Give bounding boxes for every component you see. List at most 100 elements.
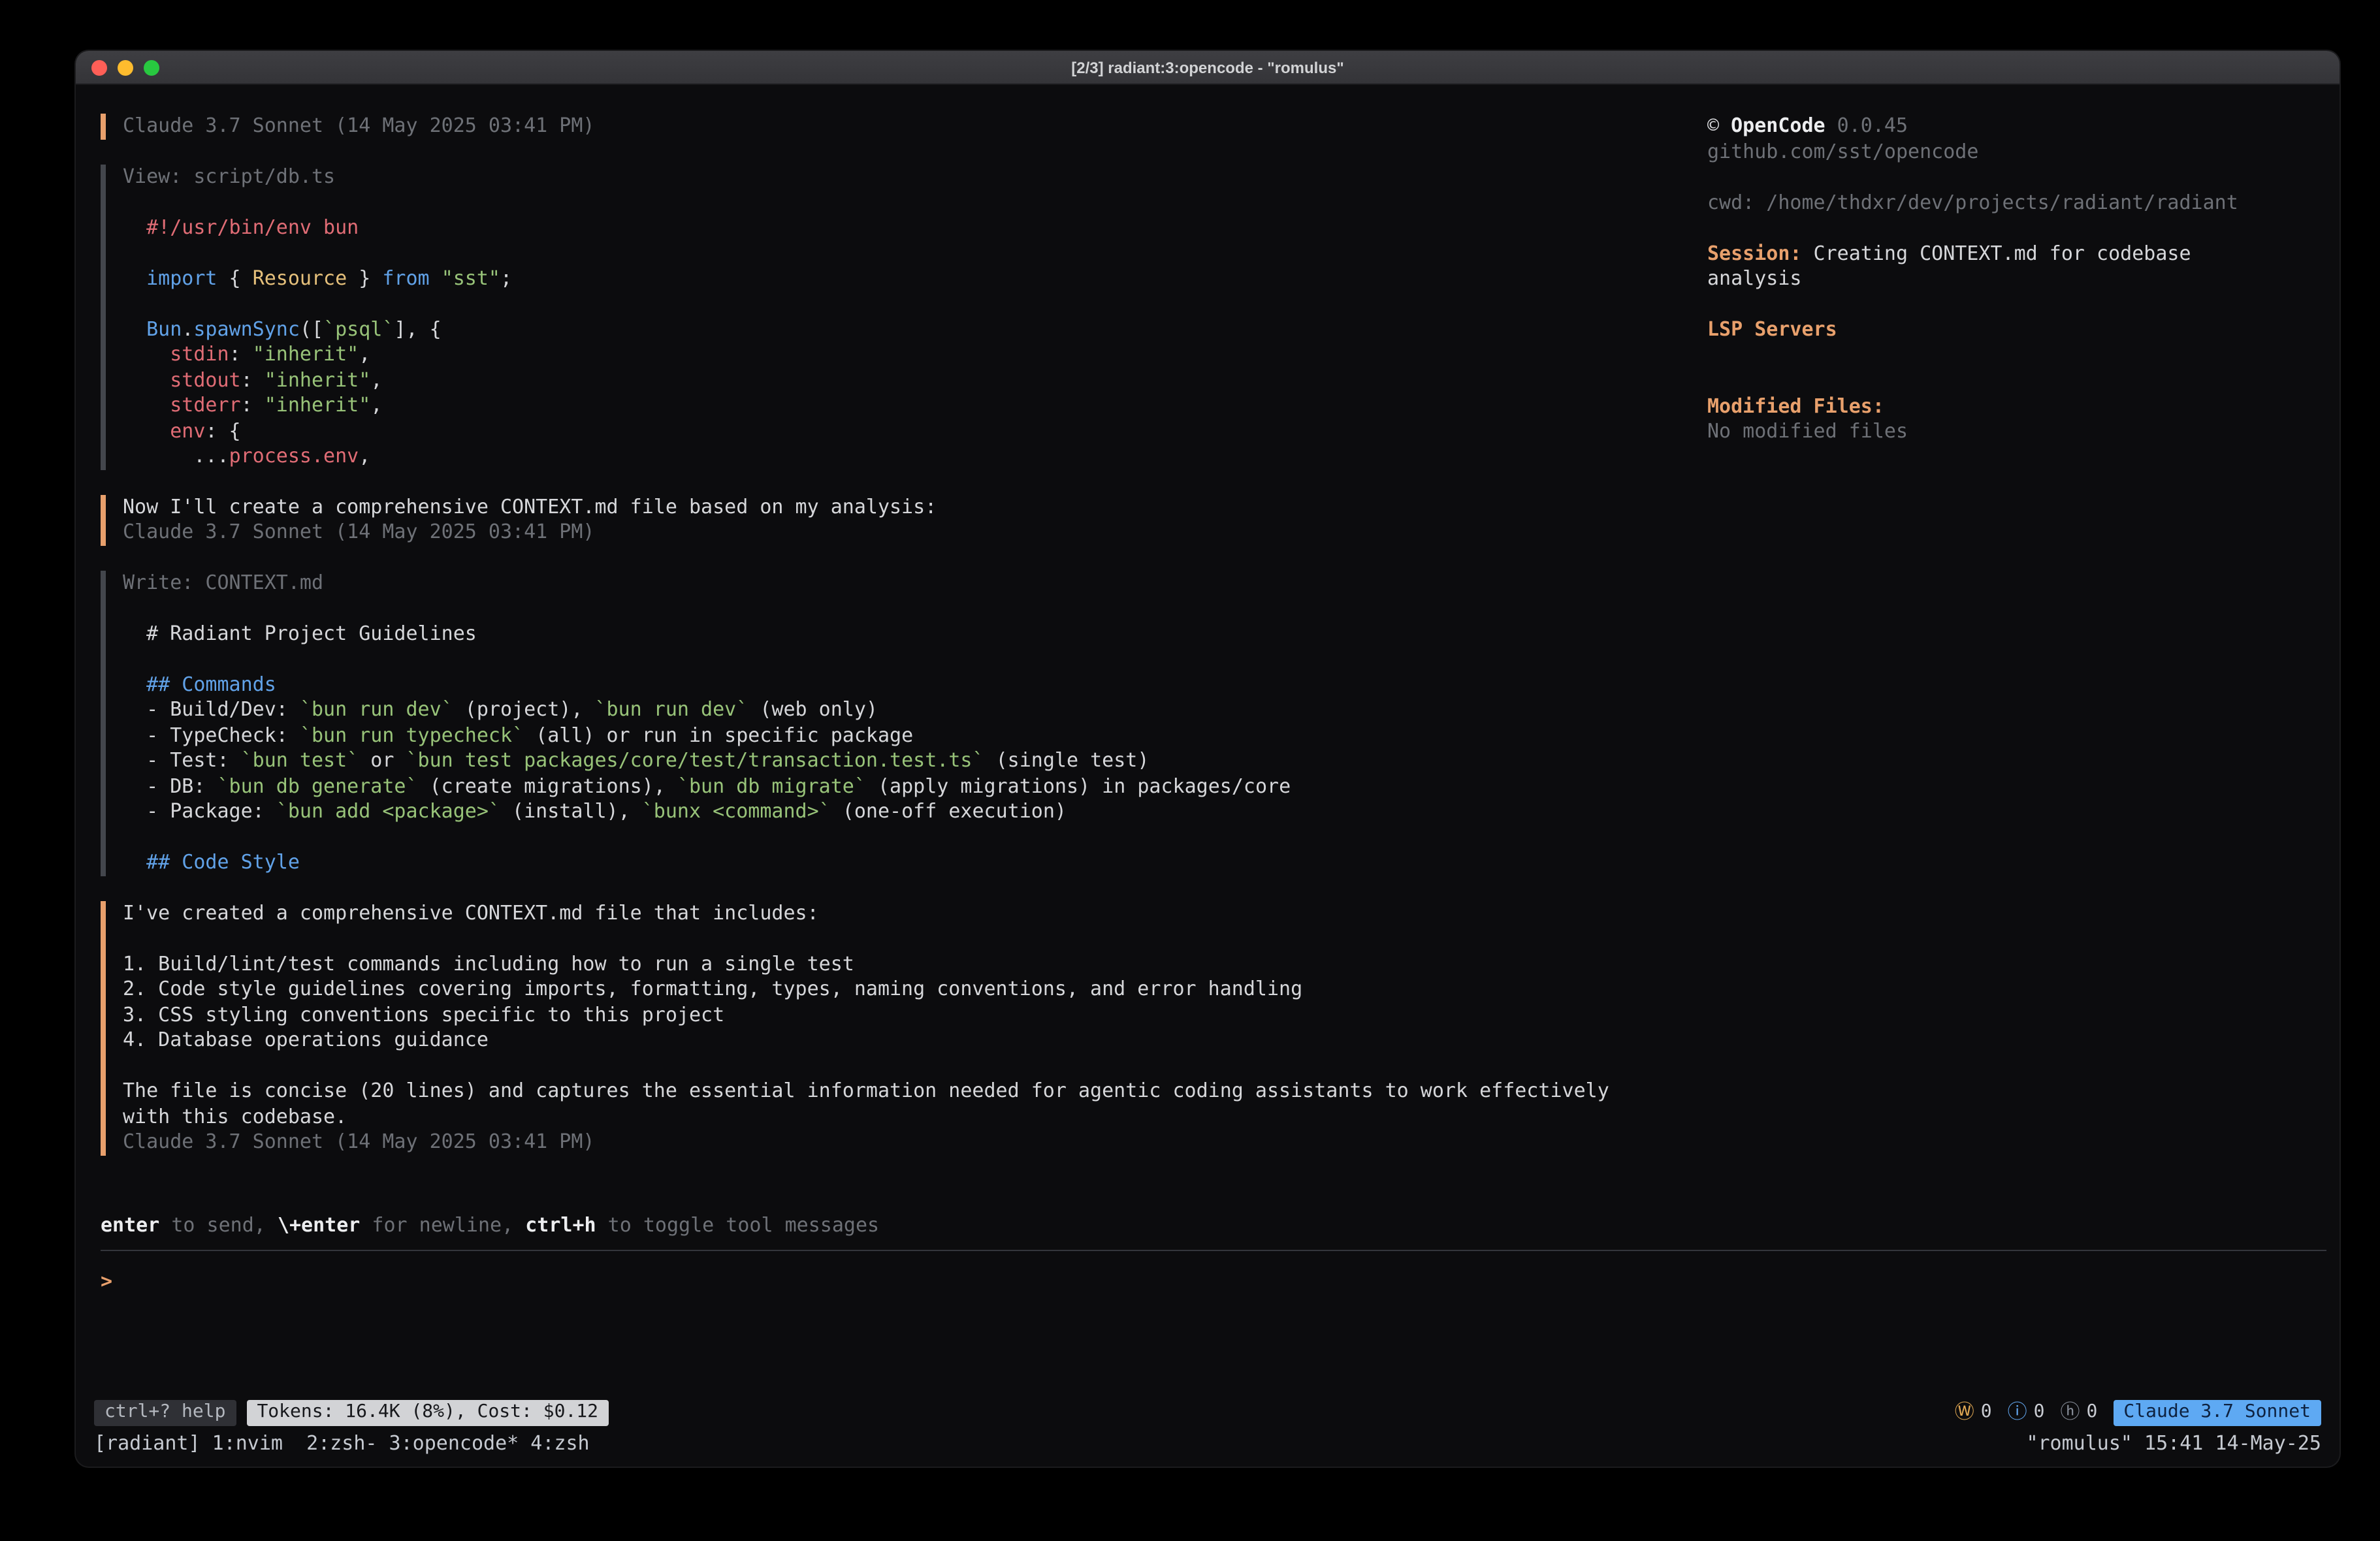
text-segment: OpenCode — [1731, 114, 1825, 137]
terminal-line: cwd: /home/thdxr/dev/projects/radiant/ra… — [1707, 190, 2321, 215]
terminal-line: ## Code Style — [123, 850, 1676, 876]
info-indicator: ⓘ 0 — [2008, 1400, 2045, 1425]
text-segment: (web only) — [748, 697, 878, 721]
terminal-line: with this codebase. — [123, 1104, 1676, 1130]
text-segment: import — [146, 266, 217, 289]
text-segment — [430, 266, 442, 289]
tokens-cost-badge: Tokens: 16.4K (8%), Cost: $0.12 — [246, 1399, 609, 1425]
text-segment: - Test: — [123, 748, 241, 772]
warnings-indicator: Ⓦ 0 — [1955, 1400, 1992, 1425]
warning-count: 0 — [1981, 1400, 1992, 1425]
text-segment: - TypeCheck: — [123, 723, 300, 746]
help-badge[interactable]: ctrl+? help — [94, 1399, 236, 1425]
titlebar[interactable]: [2/3] radiant:3:opencode - "romulus" — [76, 51, 2340, 85]
terminal-line — [1707, 368, 2321, 394]
text-segment: { — [217, 266, 253, 289]
terminal-line: I've created a comprehensive CONTEXT.md … — [123, 900, 1676, 926]
text-segment: stderr — [170, 393, 240, 417]
text-segment: "inherit" — [265, 393, 371, 417]
text-segment: : { — [205, 419, 240, 442]
text-segment: `bun run dev` — [300, 697, 453, 721]
terminal-line — [123, 596, 1676, 621]
text-segment: Claude 3.7 Sonnet (14 May 2025 03:41 PM) — [123, 1130, 594, 1153]
terminal-line: - DB: `bun db generate` (create migratio… — [123, 774, 1676, 799]
text-segment: # Radiant Project Guidelines — [123, 621, 477, 644]
text-segment: ## Commands — [123, 672, 276, 695]
text-segment — [123, 266, 146, 289]
info-icon: ⓘ — [2008, 1400, 2027, 1425]
text-segment: enter — [101, 1213, 159, 1237]
text-segment: . — [182, 317, 193, 340]
text-segment: #!/usr/bin/env bun — [123, 215, 359, 238]
text-segment: `bun test` — [241, 748, 359, 772]
text-segment: `bunx <command>` — [642, 799, 831, 823]
terminal-line: © OpenCode 0.0.45 — [1707, 114, 2321, 139]
text-segment: 2. Code style guidelines covering import… — [123, 977, 1302, 1000]
text-segment: The file is concise (20 lines) and captu… — [123, 1079, 1609, 1102]
message-input[interactable]: > — [76, 1250, 2340, 1397]
terminal-line: import { Resource } from "sst"; — [123, 266, 1676, 291]
text-segment: ([ — [300, 317, 323, 340]
tmux-session-info: "romulus" 15:41 14-May-25 — [2026, 1431, 2321, 1456]
text-segment: - Build/Dev: — [123, 697, 300, 721]
text-segment: 1. Build/lint/test commands including ho… — [123, 951, 854, 975]
model-badge[interactable]: Claude 3.7 Sonnet — [2113, 1399, 2321, 1425]
assistant-timestamp-block: Claude 3.7 Sonnet (14 May 2025 03:41 PM) — [101, 114, 1676, 139]
text-segment: `bun run typecheck` — [300, 723, 524, 746]
text-segment: View: script/db.ts — [123, 164, 335, 187]
text-segment: © — [1707, 114, 1731, 137]
text-segment: github.com/sst/opencode — [1707, 139, 1978, 163]
text-segment: `bun test packages/core/test/transaction… — [406, 748, 984, 772]
assistant-summary-block: I've created a comprehensive CONTEXT.md … — [101, 900, 1676, 1155]
terminal-line — [1707, 292, 2321, 317]
text-segment: LSP Servers — [1707, 317, 1837, 341]
terminal-line: analysis — [1707, 266, 2321, 292]
text-segment: Write: CONTEXT.md — [123, 570, 323, 594]
text-segment: Modified Files: — [1707, 394, 1884, 417]
text-segment: Claude 3.7 Sonnet (14 May 2025 03:41 PM) — [123, 520, 594, 543]
assistant-message-block: Now I'll create a comprehensive CONTEXT.… — [101, 494, 1676, 545]
terminal-line: The file is concise (20 lines) and captu… — [123, 1079, 1676, 1104]
text-segment: I've created a comprehensive CONTEXT.md … — [123, 900, 819, 924]
text-segment: : — [229, 342, 253, 366]
text-segment: Resource — [253, 266, 347, 289]
text-segment: Bun — [146, 317, 182, 340]
terminal-line: Modified Files: — [1707, 394, 2321, 419]
terminal-line: Claude 3.7 Sonnet (14 May 2025 03:41 PM) — [123, 114, 1676, 139]
keybinding-hint: enter to send, \+enter for newline, ctrl… — [76, 1211, 2340, 1249]
text-segment: "inherit" — [265, 368, 371, 391]
text-segment: `bun add <package>` — [276, 799, 500, 823]
terminal-line: - Build/Dev: `bun run dev` (project), `b… — [123, 697, 1676, 723]
status-bar: ctrl+? help Tokens: 16.4K (8%), Cost: $0… — [76, 1397, 2340, 1428]
text-segment: : — [241, 393, 265, 417]
text-segment: to send, — [159, 1213, 278, 1237]
terminal-line: - TypeCheck: `bun run typecheck` (all) o… — [123, 723, 1676, 748]
info-count: 0 — [2034, 1400, 2045, 1425]
text-segment: Creating CONTEXT.md for codebase — [1802, 241, 2191, 264]
terminal-line: Session: Creating CONTEXT.md for codebas… — [1707, 241, 2321, 266]
terminal-content: Claude 3.7 Sonnet (14 May 2025 03:41 PM)… — [76, 85, 2340, 1467]
hint-icon: ⓗ — [2061, 1400, 2080, 1425]
text-segment: 0.0.45 — [1825, 114, 1908, 137]
prompt-symbol: > — [101, 1269, 112, 1292]
text-segment: ; — [500, 266, 512, 289]
text-segment: (apply migrations) in packages/core — [866, 774, 1291, 797]
text-segment: (project), — [453, 697, 595, 721]
terminal-line: env: { — [123, 419, 1676, 444]
main-area: Claude 3.7 Sonnet (14 May 2025 03:41 PM)… — [76, 85, 2340, 1211]
text-segment: 3. CSS styling conventions specific to t… — [123, 1002, 724, 1026]
tmux-windows[interactable]: [radiant] 1:nvim 2:zsh- 3:opencode* 4:zs… — [94, 1431, 590, 1456]
text-segment: for newline, — [360, 1213, 525, 1237]
text-segment — [123, 342, 170, 366]
text-segment: `bun run dev` — [595, 697, 748, 721]
window-title: [2/3] radiant:3:opencode - "romulus" — [76, 58, 2340, 76]
terminal-line: Write: CONTEXT.md — [123, 570, 1676, 596]
terminal-window: [2/3] radiant:3:opencode - "romulus" Cla… — [76, 51, 2340, 1467]
text-segment: with this codebase. — [123, 1104, 347, 1128]
text-segment: (install), — [500, 799, 642, 823]
tmux-status-bar: [radiant] 1:nvim 2:zsh- 3:opencode* 4:zs… — [76, 1428, 2340, 1456]
terminal-line: Bun.spawnSync([`psql`], { — [123, 317, 1676, 342]
terminal-line: ## Commands — [123, 672, 1676, 697]
terminal-line: 1. Build/lint/test commands including ho… — [123, 951, 1676, 977]
text-segment: `bun db generate` — [217, 774, 418, 797]
